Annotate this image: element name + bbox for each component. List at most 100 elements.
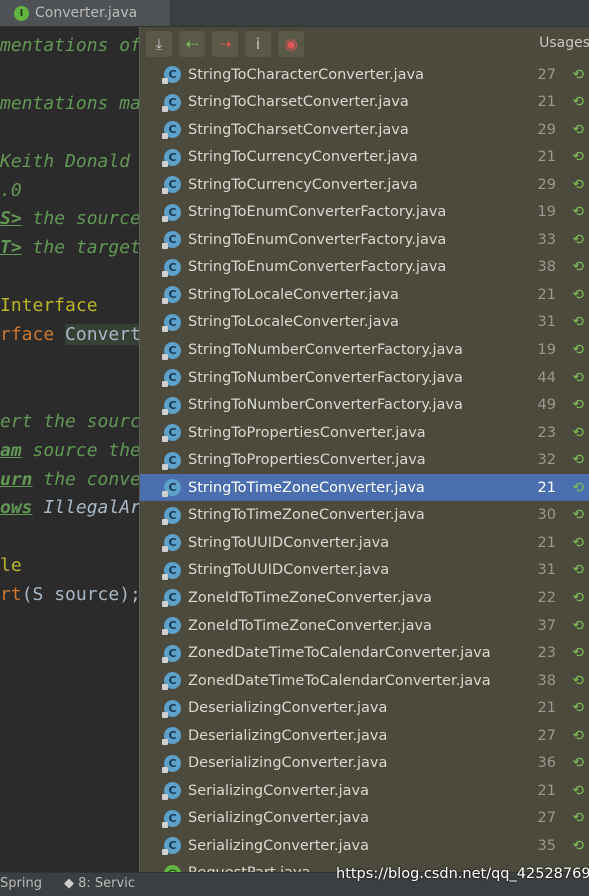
next-occurrence-button[interactable]: ⇢ — [212, 31, 238, 57]
usage-line-number: 21 — [537, 286, 556, 303]
usage-row[interactable]: C StringToPropertiesConverter.java 32 ⟲ — [140, 447, 589, 474]
usage-line-number: 19 — [537, 342, 556, 358]
navigate-to-usage-icon[interactable]: ⟲ — [572, 287, 584, 303]
collapse-all-button[interactable]: ⤓ — [146, 31, 172, 57]
navigate-to-usage-icon[interactable]: ⟲ — [572, 452, 584, 468]
class-icon: C — [162, 672, 181, 691]
navigate-to-usage-icon[interactable]: ⟲ — [572, 177, 584, 193]
usage-line-number: 21 — [537, 534, 556, 551]
navigate-to-usage-icon[interactable]: ⟲ — [572, 645, 584, 661]
interface-file-icon: I — [14, 5, 29, 21]
navigate-to-usage-icon[interactable]: ⟲ — [572, 370, 584, 386]
usage-file-name: StringToCurrencyConverter.java — [188, 176, 418, 193]
navigate-to-usage-icon[interactable]: ⟲ — [572, 562, 584, 578]
editor-tab-converter[interactable]: I Converter.java — [0, 0, 170, 26]
code-token: mentations of — [0, 35, 140, 56]
class-icon: C — [162, 727, 181, 746]
usage-row[interactable]: C StringToNumberConverterFactory.java 19 ⟲ — [140, 337, 589, 364]
usage-row[interactable]: C SerializingConverter.java 21 ⟲ — [140, 777, 589, 804]
usage-row[interactable]: C StringToLocaleConverter.java 31 ⟲ — [140, 309, 589, 336]
pin-button[interactable]: ◉ — [278, 31, 304, 57]
usage-file-name: StringToCharacterConverter.java — [188, 66, 425, 83]
class-icon: C — [162, 148, 181, 167]
class-icon: C — [162, 534, 181, 553]
usage-row[interactable]: C StringToEnumConverterFactory.java 38 ⟲ — [140, 254, 589, 281]
code-token: ows — [0, 497, 33, 519]
navigate-to-usage-icon[interactable]: ⟲ — [572, 783, 584, 799]
usage-row[interactable]: C StringToCharsetConverter.java 29 ⟲ — [140, 116, 589, 143]
usage-file-name: ZonedDateTimeToCalendarConverter.java — [188, 672, 491, 689]
usage-row[interactable]: C SerializingConverter.java 35 ⟲ — [140, 832, 589, 859]
navigate-to-usage-icon[interactable]: ⟲ — [572, 810, 584, 826]
usage-row[interactable]: C SerializingConverter.java 27 ⟲ — [140, 805, 589, 832]
code-line: rface Convert — [0, 324, 140, 345]
previous-occurrence-button[interactable]: ⇠ — [179, 31, 205, 57]
code-editor[interactable]: mentations of mentations ma Keith Donald .0… — [0, 27, 140, 867]
navigate-to-usage-icon[interactable]: ⟲ — [572, 673, 584, 689]
usage-line-number: 38 — [537, 672, 556, 689]
usage-row[interactable]: C StringToCharacterConverter.java 27 ⟲ — [140, 61, 589, 88]
usage-row[interactable]: C ZoneIdToTimeZoneConverter.java 22 ⟲ — [140, 584, 589, 611]
info-button[interactable]: i — [245, 31, 271, 57]
class-icon: C — [162, 369, 181, 388]
usage-row[interactable]: C DeserializingConverter.java 21 ⟲ — [140, 695, 589, 722]
usage-row[interactable]: C StringToNumberConverterFactory.java 49 ⟲ — [140, 392, 589, 419]
usage-row[interactable]: C DeserializingConverter.java 36 ⟲ — [140, 750, 589, 777]
navigate-to-usage-icon[interactable]: ⟲ — [572, 397, 584, 413]
code-line: mentations ma — [0, 93, 140, 114]
navigate-to-usage-icon[interactable]: ⟲ — [572, 425, 584, 441]
usage-row[interactable]: C StringToTimeZoneConverter.java 30 ⟲ — [140, 502, 589, 529]
usage-row[interactable]: C StringToNumberConverterFactory.java 44 ⟲ — [140, 364, 589, 391]
annotation-class-icon: @ — [164, 864, 181, 872]
usage-row[interactable]: C ZoneIdToTimeZoneConverter.java 37 ⟲ — [140, 612, 589, 639]
usage-line-number: 21 — [537, 149, 556, 166]
usage-row[interactable]: C StringToEnumConverterFactory.java 33 ⟲ — [140, 226, 589, 253]
navigate-to-usage-icon[interactable]: ⟲ — [572, 507, 584, 523]
usage-file-name: SerializingConverter.java — [188, 782, 369, 799]
code-token: ert the sourc — [0, 410, 140, 432]
usage-file-name: ZoneIdToTimeZoneConverter.java — [188, 589, 432, 606]
navigate-to-usage-icon[interactable]: ⟲ — [572, 232, 584, 248]
navigate-to-usage-icon[interactable]: ⟲ — [572, 122, 584, 138]
usage-row[interactable]: C StringToTimeZoneConverter.java 21 ⟲ — [140, 474, 589, 502]
navigate-to-usage-icon[interactable]: ⟲ — [572, 700, 584, 716]
navigate-to-usage-icon[interactable]: ⟲ — [572, 342, 584, 358]
usage-row[interactable]: C ZonedDateTimeToCalendarConverter.java 23… — [140, 640, 589, 667]
usage-line-number: 21 — [537, 94, 556, 111]
services-tool-button[interactable]: ◆ 8: Servic — [64, 876, 135, 891]
usage-row[interactable]: C StringToUUIDConverter.java 31 ⟲ — [140, 557, 589, 584]
usage-line-number: 27 — [537, 66, 556, 83]
navigate-to-usage-icon[interactable]: ⟲ — [572, 728, 584, 744]
navigate-to-usage-icon[interactable]: ⟲ — [572, 259, 584, 275]
navigate-to-usage-icon[interactable]: ⟲ — [572, 314, 584, 330]
usage-row[interactable]: C StringToCharsetConverter.java 21 ⟲ — [140, 89, 589, 116]
navigate-to-usage-icon[interactable]: ⟲ — [572, 590, 584, 606]
usage-row[interactable]: C DeserializingConverter.java 27 ⟲ — [140, 722, 589, 749]
class-icon: C — [162, 286, 181, 305]
navigate-to-usage-icon[interactable]: ⟲ — [572, 755, 584, 771]
code-token: rface — [0, 324, 66, 345]
usage-row[interactable]: C StringToCurrencyConverter.java 29 ⟲ — [140, 171, 589, 198]
usage-row[interactable]: C StringToUUIDConverter.java 21 ⟲ — [140, 529, 589, 556]
navigate-to-usage-icon[interactable]: ⟲ — [572, 67, 584, 83]
navigate-to-usage-icon[interactable]: ⟲ — [572, 618, 584, 634]
navigate-to-usage-icon[interactable]: ⟲ — [572, 94, 584, 110]
navigate-to-usage-icon[interactable]: ⟲ — [572, 480, 584, 496]
usage-row[interactable]: C StringToCurrencyConverter.java 21 ⟲ — [140, 144, 589, 171]
code-line: Interface — [0, 295, 98, 316]
navigate-to-usage-icon[interactable]: ⟲ — [572, 535, 584, 551]
usage-row[interactable]: C StringToLocaleConverter.java 21 ⟲ — [140, 281, 589, 308]
navigate-to-usage-icon[interactable]: ⟲ — [572, 838, 584, 854]
usage-row[interactable]: C StringToPropertiesConverter.java 23 ⟲ — [140, 419, 589, 446]
next-occurrence-icon: ⇢ — [218, 35, 232, 53]
usage-line-number: 31 — [537, 314, 556, 331]
usage-row[interactable]: C ZonedDateTimeToCalendarConverter.java 38… — [140, 667, 589, 694]
code-line: T> the target — [0, 237, 140, 258]
services-label: 8: Servic — [78, 876, 135, 891]
previous-occurrence-icon: ⇠ — [185, 35, 199, 53]
class-icon: C — [162, 782, 181, 801]
navigate-to-usage-icon[interactable]: ⟲ — [572, 204, 584, 220]
spring-tool-button[interactable]: Spring — [0, 876, 42, 891]
navigate-to-usage-icon[interactable]: ⟲ — [572, 149, 584, 165]
usage-row[interactable]: C StringToEnumConverterFactory.java 19 ⟲ — [140, 199, 589, 226]
